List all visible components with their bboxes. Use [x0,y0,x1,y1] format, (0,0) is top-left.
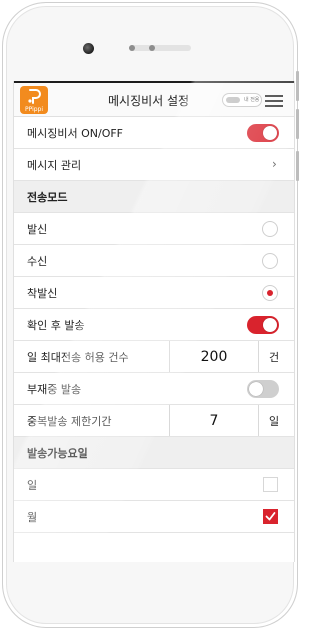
status-pill[interactable]: 내 전용 [222,93,262,107]
daily-max-label: 일 최대전송 허용 건수 [27,351,129,364]
send-mode-option-send[interactable]: 발신 [14,213,294,245]
volume-button [296,71,299,101]
send-mode-option-label: 착발신 [27,287,58,300]
send-days-header: 발송가능요일 [27,447,88,460]
toggle-knob [263,318,277,332]
radio-receive[interactable] [262,253,278,269]
app-logo[interactable]: PPippi [20,86,48,114]
radio-both[interactable] [262,285,278,301]
sensor-dot [129,45,135,51]
duplicate-limit-row: 중복발송 제한기간 일 [14,405,294,437]
toggle-knob [249,382,263,396]
checkbox-monday[interactable] [263,509,278,524]
radio-send[interactable] [262,221,278,237]
daily-max-row: 일 최대전송 허용 건수 건 [14,341,294,373]
phone-frame: PPippi 메시징비서 설정 내 전용 메시징비서 ON/OFF 메시지 관리… [2,2,299,628]
send-mode-option-label: 발신 [27,223,48,236]
send-mode-header: 전송모드 [27,191,68,204]
send-when-absent-toggle[interactable] [247,380,279,398]
page-title: 메시징비서 설정 [108,94,190,108]
send-mode-option-both[interactable]: 착발신 [14,277,294,309]
logo-text: PPippi [24,106,44,113]
side-button [296,151,299,181]
app-screen: PPippi 메시징비서 설정 내 전용 메시징비서 ON/OFF 메시지 관리… [13,81,295,562]
send-mode-option-label: 수신 [27,255,48,268]
daily-max-input[interactable] [169,341,259,372]
power-button [296,109,299,139]
logo-icon [28,89,41,104]
messaging-onoff-label: 메시징비서 ON/OFF [27,127,124,140]
send-mode-section-header: 전송모드 [14,181,294,213]
send-after-confirm-row: 확인 후 발송 [14,309,294,341]
send-day-label: 일 [27,479,38,492]
status-pill-text: 내 전용 [244,97,260,103]
messaging-onoff-row: 메시징비서 ON/OFF [14,117,294,149]
chevron-right-icon: › [272,157,277,171]
message-manage-label: 메시지 관리 [27,159,82,172]
duplicate-limit-label: 중복발송 제한기간 [27,415,112,428]
checkbox-sunday[interactable] [263,477,278,492]
speaker-grille [129,45,191,51]
send-day-label: 월 [27,511,38,524]
checkmark-icon [265,512,276,521]
send-day-row-sunday[interactable]: 일 [14,469,294,501]
app-header: PPippi 메시징비서 설정 내 전용 [14,81,294,117]
send-day-row-monday[interactable]: 월 [14,501,294,533]
duplicate-limit-unit: 일 [269,415,280,428]
toggle-knob [263,126,277,140]
status-dot-icon [226,97,240,103]
send-days-section-header: 발송가능요일 [14,437,294,469]
sensor-dot [149,45,155,51]
front-camera [83,43,94,54]
messaging-onoff-toggle[interactable] [247,124,279,142]
hamburger-menu-icon[interactable] [265,95,283,107]
duplicate-limit-input[interactable] [169,405,259,436]
daily-max-unit: 건 [269,351,280,364]
send-when-absent-label: 부재중 발송 [27,383,82,396]
send-when-absent-row: 부재중 발송 [14,373,294,405]
send-mode-option-receive[interactable]: 수신 [14,245,294,277]
send-after-confirm-label: 확인 후 발송 [27,319,85,332]
send-after-confirm-toggle[interactable] [247,316,279,334]
message-manage-row[interactable]: 메시지 관리 › [14,149,294,181]
